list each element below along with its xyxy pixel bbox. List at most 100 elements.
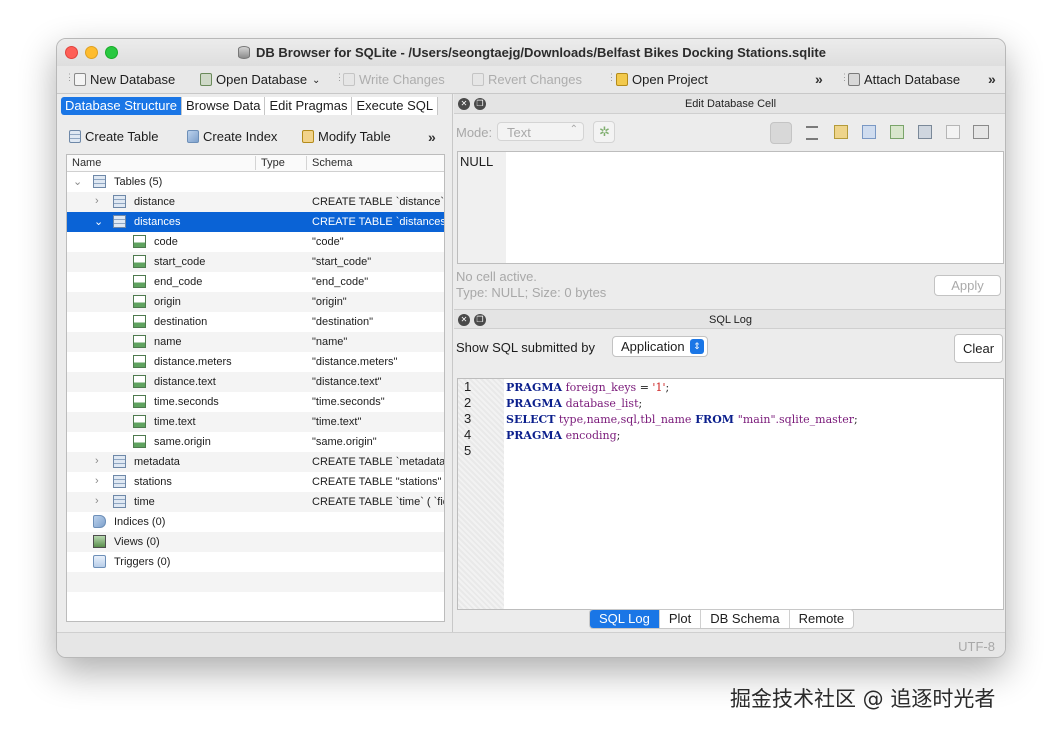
tree-row-triggers[interactable]: Triggers (0) [67, 552, 444, 572]
table-icon [113, 475, 126, 488]
chevron-right-icon[interactable]: › [95, 195, 105, 207]
tree-row-field[interactable]: origin "origin" [67, 292, 444, 312]
field-icon [133, 315, 146, 328]
create-table-button[interactable]: Create Table [69, 129, 158, 144]
chevron-right-icon[interactable]: › [95, 495, 105, 507]
cell-editor[interactable]: NULL [457, 151, 1004, 264]
tab-remote[interactable]: Remote [790, 610, 854, 628]
structure-panel: Database Structure Browse Data Edit Prag… [57, 94, 453, 632]
import-icon[interactable] [862, 125, 876, 139]
export-icon[interactable] [890, 125, 904, 139]
sql-keyword: SELECT [506, 413, 556, 426]
toolbar-overflow-icon[interactable]: » [988, 71, 996, 87]
attach-database-icon [848, 73, 860, 86]
mode-select[interactable]: Text ⌃ [497, 122, 584, 141]
tree-row-field[interactable]: time.seconds "time.seconds" [67, 392, 444, 412]
open-file-icon[interactable] [834, 125, 848, 139]
open-database-button[interactable]: Open Database ⌄ [200, 72, 320, 87]
sql-log-editor[interactable]: 1 2 3 4 5 PRAGMA foreign_keys = '1'; PRA… [457, 378, 1004, 610]
select-arrows-icon: ⇕ [690, 339, 704, 354]
tree-row-field[interactable]: code "code" [67, 232, 444, 252]
tree-row-table[interactable]: › metadata CREATE TABLE `metadata` [67, 452, 444, 472]
tree-label: time.seconds [154, 396, 219, 408]
tree-label: time.text [154, 416, 196, 428]
tab-browse-data[interactable]: Browse Data [182, 97, 266, 115]
chevron-down-icon[interactable]: ⌄ [73, 175, 83, 188]
tree-row-field[interactable]: end_code "end_code" [67, 272, 444, 292]
column-header-type[interactable]: Type [261, 157, 285, 169]
close-dock-icon[interactable]: ✕ [458, 98, 470, 110]
auto-switch-mode-button[interactable]: ✲ [593, 121, 615, 143]
word-wrap-icon[interactable] [770, 122, 792, 144]
sql-log-titlebar: ✕ ❐ SQL Log [454, 309, 1005, 329]
tree-row-field[interactable]: distance.meters "distance.meters" [67, 352, 444, 372]
tree-label: Indices (0) [114, 516, 166, 528]
line-number: 3 [464, 411, 472, 426]
chevron-down-icon[interactable]: ⌄ [94, 215, 104, 228]
tree-header: Name Type Schema [67, 155, 444, 172]
edit-cell-titlebar: ✕ ❐ Edit Database Cell [454, 94, 1005, 114]
tree-row-field[interactable]: same.origin "same.origin" [67, 432, 444, 452]
print-icon[interactable] [973, 125, 989, 139]
column-divider[interactable] [255, 156, 256, 170]
attach-database-button[interactable]: Attach Database [848, 72, 960, 87]
tree-schema: "distance.meters" [312, 356, 398, 368]
tree-row-empty [67, 572, 444, 592]
set-null-icon[interactable] [918, 125, 932, 139]
tree-label: Triggers (0) [114, 556, 171, 568]
tree-row-table[interactable]: › time CREATE TABLE `time` ( `fie [67, 492, 444, 512]
open-project-button[interactable]: Open Project [616, 72, 708, 87]
structure-toolbar-overflow-icon[interactable]: » [428, 129, 436, 145]
schema-tree[interactable]: Name Type Schema ⌄ Tables (5) › distance… [66, 154, 445, 622]
sql-keyword: PRAGMA [506, 397, 563, 410]
line-number: 4 [464, 427, 472, 442]
tab-db-schema[interactable]: DB Schema [701, 610, 790, 628]
tree-row-tables[interactable]: ⌄ Tables (5) [67, 172, 444, 192]
sql-identifier: encoding [565, 429, 617, 442]
create-index-button[interactable]: Create Index [187, 129, 277, 144]
tab-sql-log[interactable]: SQL Log [590, 610, 660, 628]
tree-row-field[interactable]: start_code "start_code" [67, 252, 444, 272]
tree-row-field[interactable]: name "name" [67, 332, 444, 352]
sql-punct: ; [665, 381, 670, 394]
close-dock-icon[interactable]: ✕ [458, 314, 470, 326]
tree-row-indices[interactable]: Indices (0) [67, 512, 444, 532]
table-icon [113, 495, 126, 508]
float-dock-icon[interactable]: ❐ [474, 314, 486, 326]
submitted-by-select[interactable]: Application ⇕ [612, 336, 708, 357]
apply-button[interactable]: Apply [934, 275, 1001, 296]
title-bar: DB Browser for SQLite - /Users/seongtaej… [57, 39, 1005, 66]
tree-row-field[interactable]: destination "destination" [67, 312, 444, 332]
new-database-label: New Database [90, 72, 176, 87]
float-dock-icon[interactable]: ❐ [474, 98, 486, 110]
tree-label: metadata [134, 456, 180, 468]
chevron-right-icon[interactable]: › [95, 455, 105, 467]
write-changes-button[interactable]: Write Changes [343, 72, 445, 87]
field-icon [133, 255, 146, 268]
tab-execute-sql[interactable]: Execute SQL [352, 97, 439, 115]
tab-plot[interactable]: Plot [660, 610, 702, 628]
revert-changes-button[interactable]: Revert Changes [472, 72, 582, 87]
chevron-right-icon[interactable]: › [95, 475, 105, 487]
clear-log-button[interactable]: Clear [954, 334, 1003, 363]
tree-schema: "time.seconds" [312, 396, 385, 408]
tab-database-structure[interactable]: Database Structure [61, 97, 183, 115]
modify-table-button[interactable]: Modify Table [302, 129, 391, 144]
column-divider[interactable] [306, 156, 307, 170]
status-bar: UTF-8 [57, 632, 1005, 657]
column-header-name[interactable]: Name [72, 157, 101, 169]
tree-schema: "name" [312, 336, 348, 348]
blank-icon[interactable] [946, 125, 960, 139]
tree-row-table-selected[interactable]: ⌄ distances CREATE TABLE `distances` [67, 212, 444, 232]
tree-row-field[interactable]: time.text "time.text" [67, 412, 444, 432]
new-database-button[interactable]: New Database [74, 72, 175, 87]
tree-row-views[interactable]: Views (0) [67, 532, 444, 552]
text-align-icon[interactable] [806, 126, 818, 140]
tree-row-field[interactable]: distance.text "distance.text" [67, 372, 444, 392]
column-header-schema[interactable]: Schema [312, 157, 352, 169]
tab-edit-pragmas[interactable]: Edit Pragmas [265, 97, 353, 115]
toolbar-overflow-icon[interactable]: » [815, 71, 823, 87]
tree-row-table[interactable]: › stations CREATE TABLE "stations" ( [67, 472, 444, 492]
tree-row-table[interactable]: › distance CREATE TABLE `distance` ( [67, 192, 444, 212]
tree-label: origin [154, 296, 181, 308]
